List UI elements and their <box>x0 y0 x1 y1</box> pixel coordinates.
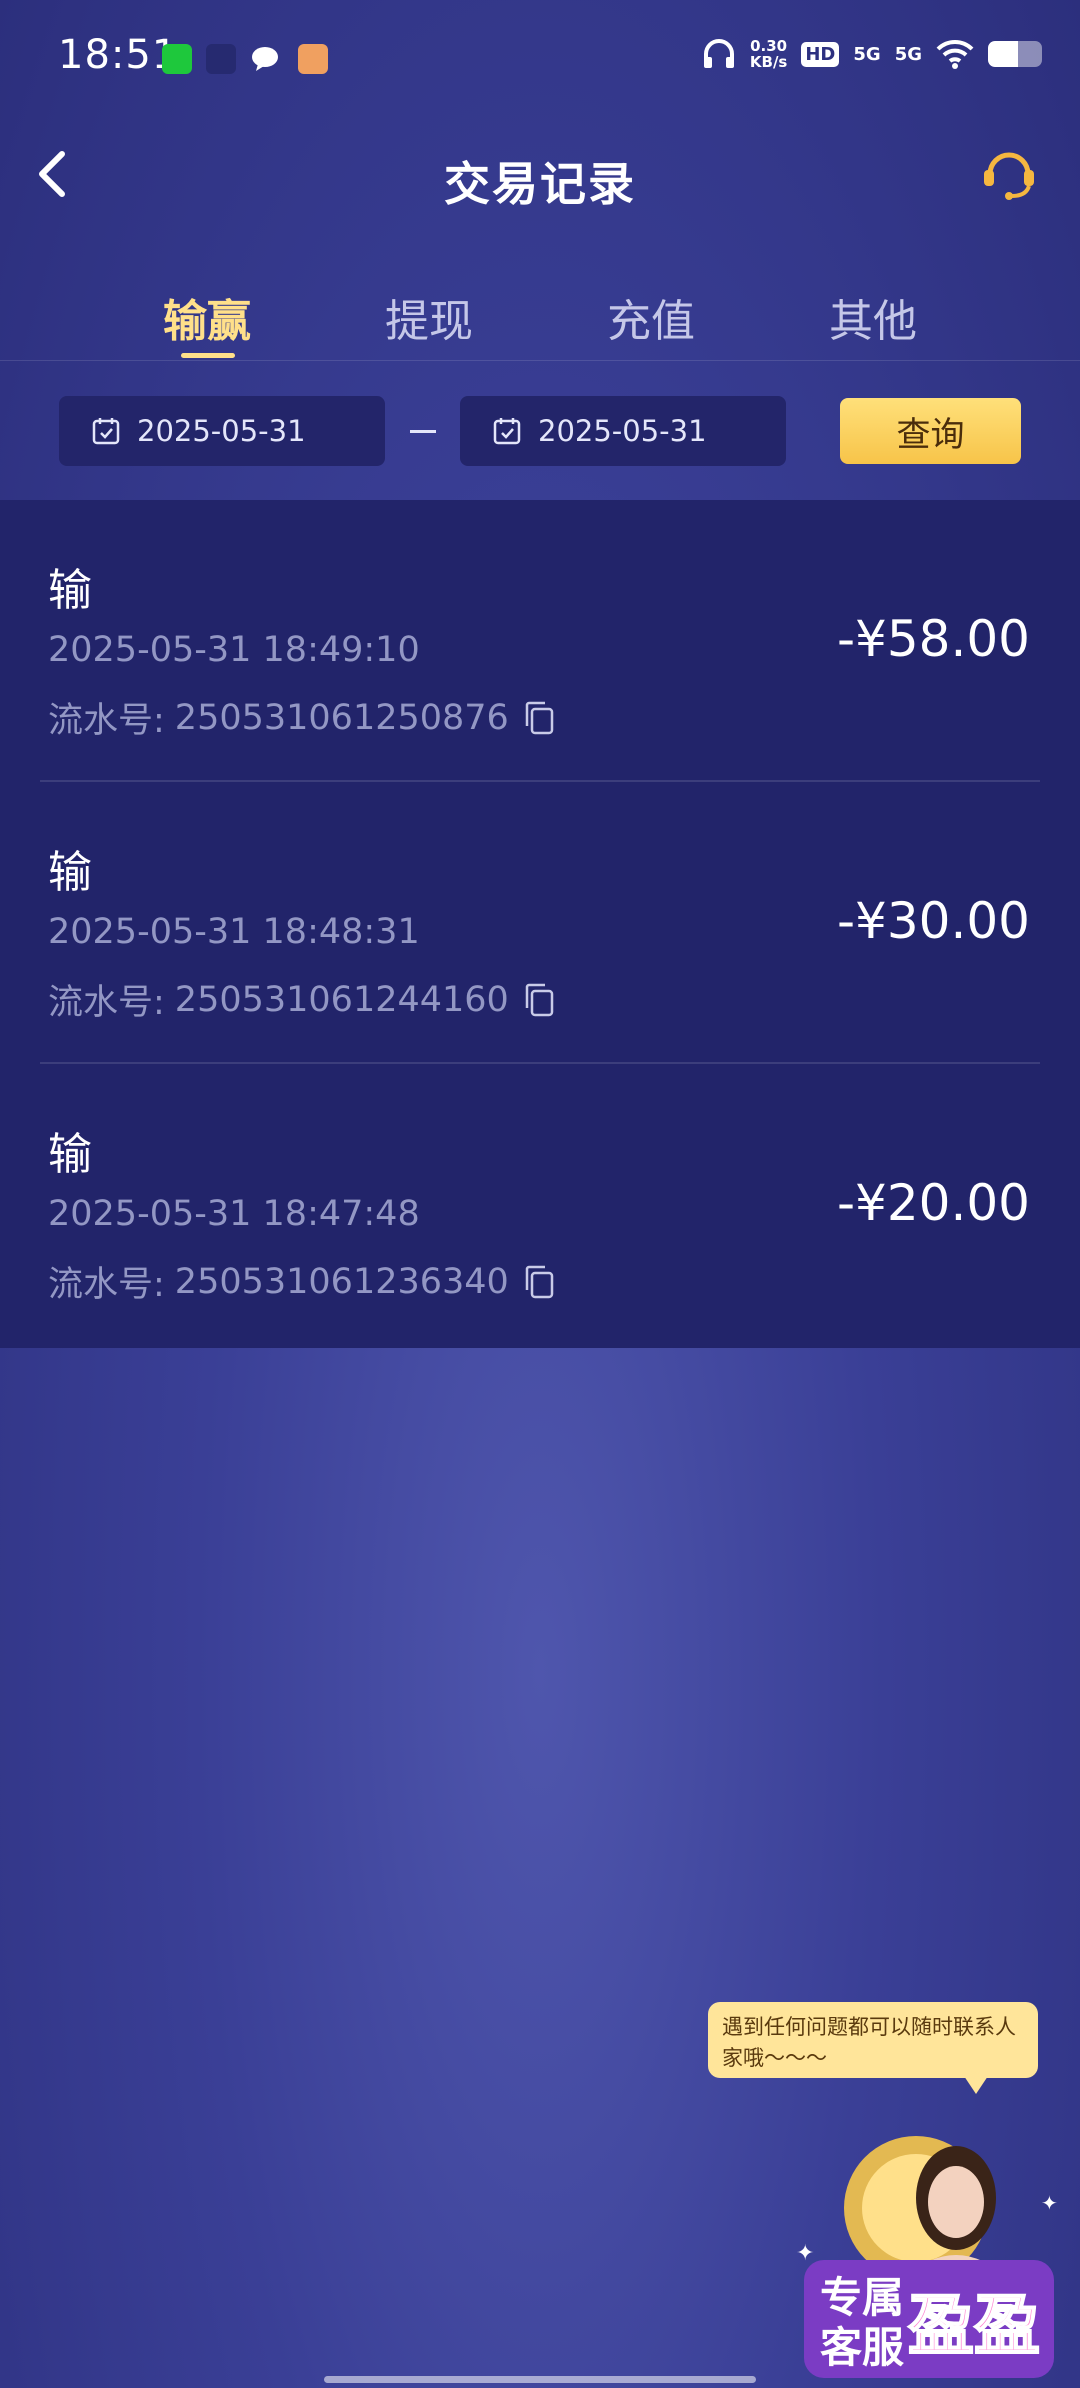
serial-label: 流水号: <box>48 701 165 741</box>
notification-app-icon <box>298 44 328 74</box>
transaction-time: 2025-05-31 18:47:48 <box>48 1194 420 1234</box>
net-speed-unit: KB/s <box>749 53 788 71</box>
copy-icon[interactable] <box>523 700 555 736</box>
tab-withdraw-label: 提现 <box>385 296 473 347</box>
net-speed-value: 0.30 <box>750 37 788 55</box>
transaction-amount: -¥58.00 <box>837 610 1030 668</box>
app-icon <box>206 44 236 74</box>
calendar-icon <box>493 418 521 445</box>
badge-line-1: 专属 <box>820 2273 904 2322</box>
transaction-type: 输 <box>48 1129 92 1180</box>
transaction-serial: 流水号: 250531061250876 <box>48 692 555 743</box>
avatar-face <box>928 2166 984 2238</box>
transaction-row[interactable]: 输 2025-05-31 18:49:10 流水号: 2505310612508… <box>0 500 1080 782</box>
wifi-icon <box>936 39 974 69</box>
message-icon <box>252 47 278 71</box>
net-speed: 0.30 KB/s <box>750 38 787 70</box>
tab-other-label: 其他 <box>829 296 917 347</box>
serial-number: 250531061244160 <box>174 979 509 1020</box>
tab-other[interactable]: 其他 <box>803 285 943 349</box>
status-bar: 18:51 0.30 KB/s HD 5G 5G <box>0 0 1080 120</box>
serial-label: 流水号: <box>48 983 165 1023</box>
tooltip-arrow <box>964 2076 988 2094</box>
active-tab-underline <box>181 353 235 358</box>
end-date-picker[interactable]: 2025-05-31 <box>460 396 786 466</box>
battery-level <box>988 41 1018 67</box>
page-title: 交易记录 <box>444 157 636 211</box>
transaction-amount: -¥20.00 <box>837 1174 1030 1232</box>
badge-name: 盈盈 <box>908 2287 1040 2364</box>
transaction-row[interactable]: 输 2025-05-31 18:48:31 流水号: 2505310612441… <box>0 782 1080 1064</box>
transaction-amount: -¥30.00 <box>837 892 1030 950</box>
serial-number: 250531061250876 <box>174 697 509 738</box>
copy-icon[interactable] <box>523 982 555 1018</box>
status-indicators: 0.30 KB/s HD 5G 5G <box>702 38 1042 70</box>
serial-label: 流水号: <box>48 1265 165 1305</box>
service-tooltip-text: 遇到任何问题都可以随时联系人家哦～～～ <box>722 2015 1016 2070</box>
calendar-icon <box>92 418 120 445</box>
transaction-serial: 流水号: 250531061244160 <box>48 974 555 1025</box>
tab-recharge-label: 充值 <box>607 296 695 347</box>
date-range-separator <box>410 430 436 433</box>
serial-number: 250531061236340 <box>174 1261 509 1302</box>
service-tooltip: 遇到任何问题都可以随时联系人家哦～～～ <box>708 2002 1038 2094</box>
headphones-icon <box>703 39 734 68</box>
sparkle-icon: ✦ <box>1041 2191 1058 2215</box>
signal-5g-1: 5G <box>853 43 881 65</box>
customer-service-icon[interactable] <box>978 142 1040 204</box>
badge-line-2: 客服 <box>820 2323 904 2372</box>
battery-icon <box>988 41 1042 67</box>
transaction-serial: 流水号: 250531061236340 <box>48 1256 555 1307</box>
end-date-value: 2025-05-31 <box>538 414 707 448</box>
transaction-list: 输 2025-05-31 18:49:10 流水号: 2505310612508… <box>0 500 1080 1348</box>
transaction-time: 2025-05-31 18:49:10 <box>48 630 420 670</box>
start-date-picker[interactable]: 2025-05-31 <box>59 396 385 466</box>
wechat-pay-icon <box>162 44 192 74</box>
hd-badge: HD <box>801 41 840 67</box>
tab-withdraw[interactable]: 提现 <box>359 285 499 349</box>
copy-icon[interactable] <box>523 1264 555 1300</box>
transaction-type: 输 <box>48 847 92 898</box>
sparkle-icon: ✦ <box>796 2241 814 2266</box>
app-header: 交易记录 <box>0 120 1080 230</box>
status-time: 18:51 <box>58 32 179 78</box>
floating-service-button[interactable]: 专属 客服 盈盈 ✦ ✦ <box>786 2120 1066 2388</box>
start-date-value: 2025-05-31 <box>137 414 306 448</box>
tab-win-loss-label: 输赢 <box>163 296 251 347</box>
tab-recharge[interactable]: 充值 <box>581 285 721 349</box>
transaction-row[interactable]: 输 2025-05-31 18:47:48 流水号: 2505310612363… <box>0 1064 1080 1346</box>
transaction-type: 输 <box>48 565 92 616</box>
transaction-time: 2025-05-31 18:48:31 <box>48 912 420 952</box>
tab-win-loss[interactable]: 输赢 <box>137 285 277 358</box>
date-filter-bar: 2025-05-31 2025-05-31 查询 <box>0 362 1080 500</box>
category-tabs: 输赢 提现 充值 其他 <box>0 285 1080 361</box>
query-button[interactable]: 查询 <box>840 398 1021 464</box>
signal-5g-2: 5G <box>894 43 922 65</box>
home-indicator[interactable] <box>324 2376 756 2383</box>
